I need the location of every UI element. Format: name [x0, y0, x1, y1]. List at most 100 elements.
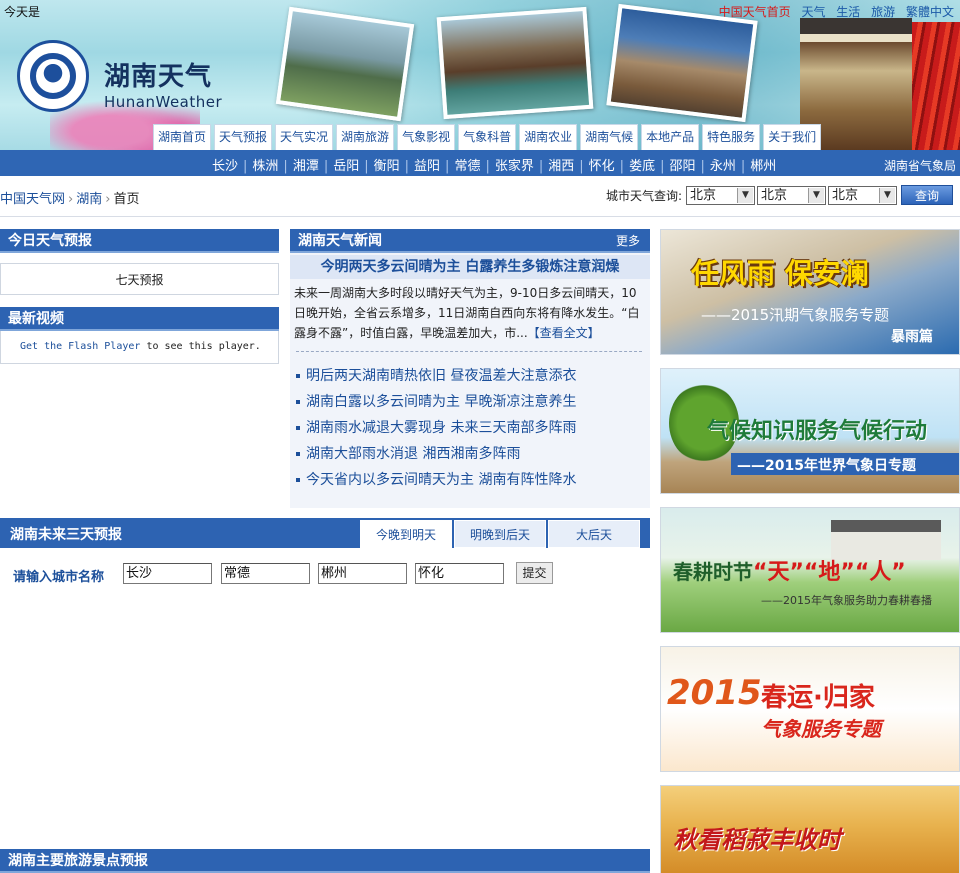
top-link-life[interactable]: 生活 — [836, 5, 860, 19]
city-link-changde[interactable]: 常德 — [454, 159, 480, 174]
separator: | — [538, 159, 544, 174]
flash-notice: Get the Flash Player to see this player. — [20, 341, 261, 352]
city-link-zhuzhou[interactable]: 株洲 — [252, 159, 278, 174]
province-select[interactable]: 北京 ▼ — [686, 185, 755, 205]
news-item-title[interactable]: 湖南大部雨水消退 湘西湘南多阵雨 — [306, 446, 520, 462]
breadcrumb-china-weather[interactable]: 中国天气网 — [0, 192, 65, 207]
city-link-yongzhou[interactable]: 永州 — [710, 159, 736, 174]
city-select[interactable]: 北京 ▼ — [757, 185, 826, 205]
city-link-xiangxi[interactable]: 湘西 — [548, 159, 574, 174]
get-flash-player-link[interactable]: Get the Flash Player — [20, 341, 140, 352]
news-headline[interactable]: 今明两天多云间晴为主 白露养生多锻炼注意润燥 — [290, 255, 650, 279]
top-link-weather[interactable]: 天气 — [801, 5, 825, 19]
flood-season-banner[interactable]: 任风雨 保安澜 ——2015汛期气象服务专题 暴雨篇 — [660, 229, 960, 355]
city-input-4[interactable]: 怀化 — [415, 563, 504, 584]
district-select[interactable]: 北京 ▼ — [828, 185, 897, 205]
top-link-traditional-chinese[interactable]: 繁體中文 — [906, 5, 954, 19]
list-item[interactable]: 湖南雨水减退大雾现身 未来三天南部多阵雨 — [296, 417, 646, 443]
today-forecast-title: 今日天气预报 — [8, 233, 92, 249]
city-input-1[interactable]: 长沙 — [123, 563, 212, 584]
city-link-zhangjiajie[interactable]: 张家界 — [495, 159, 534, 174]
site-name-cn[interactable]: 湖南天气 — [104, 56, 212, 93]
nav-forecast[interactable]: 天气预报 — [214, 124, 273, 150]
spring-festival-travel-banner[interactable]: 2015 春运·归家 气象服务专题 — [660, 646, 960, 772]
city-input-form: 请输入城市名称 长沙 常德 郴州 怀化 提交 — [0, 560, 650, 588]
city-weather-query: 城市天气查询: 北京 ▼ 北京 ▼ 北京 ▼ 查询 — [606, 185, 953, 205]
tourism-header: 湖南主要旅游景点预报 — [0, 849, 650, 873]
breadcrumb-current: 首页 — [113, 192, 140, 207]
banner-main-text: 春耕时节“天”“地”“人” — [673, 554, 906, 586]
city-link-yiyang[interactable]: 益阳 — [414, 159, 440, 174]
news-more-link[interactable]: 更多 — [616, 229, 640, 253]
nav-observation[interactable]: 天气实况 — [275, 124, 334, 150]
city-link-huaihua[interactable]: 怀化 — [589, 159, 615, 174]
breadcrumb-hunan[interactable]: 湖南 — [76, 192, 102, 207]
tab-tomorrow-night-day-after[interactable]: 明晚到后天 — [454, 520, 546, 548]
nav-agriculture[interactable]: 湖南农业 — [519, 124, 578, 150]
hunan-meteorology-logo-icon[interactable] — [17, 40, 89, 112]
city-link-loudi[interactable]: 娄底 — [629, 159, 655, 174]
autumn-harvest-banner[interactable]: 秋看稻菽丰收时 — [660, 785, 960, 873]
tab-tonight-tomorrow[interactable]: 今晚到明天 — [360, 520, 452, 548]
city-link-hengyang[interactable]: 衡阳 — [374, 159, 400, 174]
site-name-en[interactable]: HunanWeather — [104, 93, 222, 111]
top-link-travel[interactable]: 旅游 — [871, 5, 895, 19]
news-header: 湖南天气新闻 更多 — [290, 229, 650, 253]
nav-local-products[interactable]: 本地产品 — [641, 124, 700, 150]
city-input-3[interactable]: 郴州 — [318, 563, 407, 584]
nav-science[interactable]: 气象科普 — [458, 124, 517, 150]
list-item[interactable]: 湖南白露以多云间晴为主 早晚渐凉注意养生 — [296, 391, 646, 417]
news-summary: 未来一周湖南大多时段以晴好天气为主，9-10日多云间晴天，10日晚开始，全省云系… — [294, 283, 646, 343]
city-link-xiangtan[interactable]: 湘潭 — [293, 159, 319, 174]
news-item-title[interactable]: 今天省内以多云间晴天为主 湖南有阵性降水 — [306, 472, 576, 488]
main-nav: 湖南首页 天气预报 天气实况 湖南旅游 气象影视 气象科普 湖南农业 湖南气候 … — [153, 124, 824, 150]
spring-plowing-banner[interactable]: 春耕时节“天”“地”“人” ——2015年气象服务助力春耕春播 — [660, 507, 960, 633]
province-select-value: 北京 — [690, 187, 717, 203]
today-label: 今天是 — [4, 5, 41, 19]
news-item-title[interactable]: 湖南雨水减退大雾现身 未来三天南部多阵雨 — [306, 420, 576, 436]
tab-third-day[interactable]: 大后天 — [548, 520, 640, 548]
nav-climate[interactable]: 湖南气候 — [580, 124, 639, 150]
nav-hunan-home[interactable]: 湖南首页 — [153, 124, 212, 150]
query-button[interactable]: 查询 — [901, 185, 953, 205]
city-input-2[interactable]: 常德 — [221, 563, 310, 584]
separator: | — [485, 159, 490, 174]
separator: | — [660, 159, 665, 174]
list-item[interactable]: 明后两天湖南晴热依旧 昼夜温差大注意添衣 — [296, 365, 646, 391]
separator: | — [619, 159, 625, 174]
world-meteorological-day-banner[interactable]: 气候知识服务气候行动 ——2015年世界气象日专题 — [660, 368, 960, 494]
city-link-chenzhou[interactable]: 郴州 — [750, 159, 776, 174]
separator: | — [283, 159, 288, 174]
nav-special-services[interactable]: 特色服务 — [702, 124, 761, 150]
banner-sub-text: ——2015汛期气象服务专题 — [701, 306, 890, 324]
bullet-icon — [296, 426, 300, 430]
news-full-text-link[interactable]: 【查看全文】 — [528, 326, 600, 340]
nav-about-us[interactable]: 关于我们 — [763, 124, 822, 150]
today-forecast-header: 今日天气预报 — [0, 229, 279, 253]
bullet-icon — [296, 478, 300, 482]
list-item[interactable]: 今天省内以多云间晴天为主 湖南有阵性降水 — [296, 469, 646, 495]
chevron-down-icon: ▼ — [879, 187, 895, 203]
three-day-title: 湖南未来三天预报 — [10, 527, 122, 543]
nav-tourism[interactable]: 湖南旅游 — [336, 124, 395, 150]
nav-weather-video[interactable]: 气象影视 — [397, 124, 456, 150]
tourism-title: 湖南主要旅游景点预报 — [8, 853, 148, 869]
separator: | — [700, 159, 705, 174]
bureau-link[interactable]: 湖南省气象局 — [884, 157, 956, 174]
news-item-title[interactable]: 明后两天湖南晴热依旧 昼夜温差大注意添衣 — [306, 368, 576, 384]
city-link-yueyang[interactable]: 岳阳 — [333, 159, 359, 174]
three-day-tabs: 今晚到明天 明晚到后天 大后天 — [360, 520, 642, 548]
city-input-label: 请输入城市名称 — [13, 570, 105, 585]
three-day-header: 湖南未来三天预报 今晚到明天 明晚到后天 大后天 — [0, 518, 650, 548]
separator: | — [579, 159, 584, 174]
city-link-changsha[interactable]: 长沙 — [212, 159, 238, 174]
news-item-title[interactable]: 湖南白露以多云间晴为主 早晚渐凉注意养生 — [306, 394, 576, 410]
list-item[interactable]: 湖南大部雨水消退 湘西湘南多阵雨 — [296, 443, 646, 469]
hengshan-photo — [606, 3, 758, 123]
red-peppers-photo — [912, 22, 960, 150]
submit-button[interactable]: 提交 — [516, 562, 553, 584]
banner-main-text: 气候知识服务气候行动 — [707, 419, 928, 444]
seven-day-forecast-link[interactable]: 七天预报 — [0, 263, 279, 295]
query-label: 城市天气查询: — [605, 188, 682, 203]
city-link-shaoyang[interactable]: 邵阳 — [669, 159, 695, 174]
